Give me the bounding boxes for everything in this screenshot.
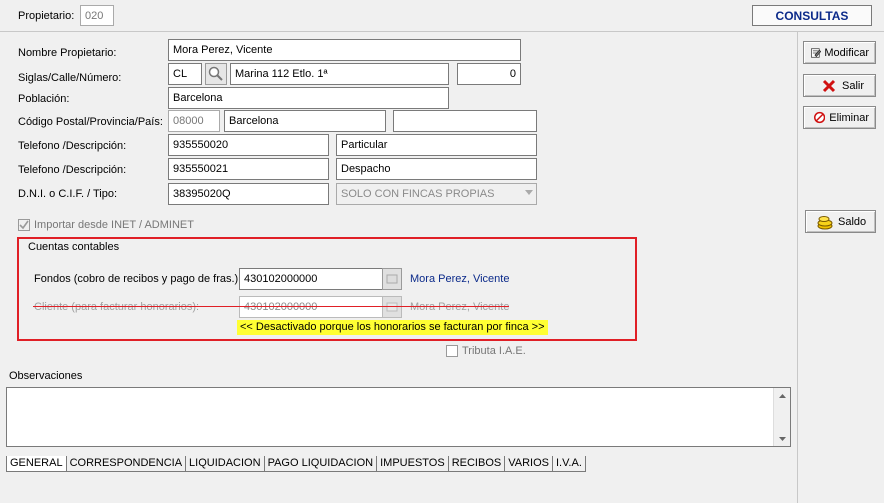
- fondos-name: Mora Perez, Vicente: [410, 273, 510, 285]
- telefono1-field[interactable]: 935550020: [168, 134, 329, 156]
- dni-field[interactable]: 38395020Q: [168, 183, 329, 205]
- fondos-label: Fondos (cobro de recibos y pago de fras.…: [34, 273, 242, 285]
- saldo-button[interactable]: Saldo: [805, 210, 876, 233]
- telefono1-desc-field[interactable]: Particular: [336, 134, 537, 156]
- observaciones-label: Observaciones: [9, 370, 83, 382]
- eliminar-label: Eliminar: [829, 111, 869, 124]
- salir-button[interactable]: Salir: [803, 74, 876, 97]
- saldo-label: Saldo: [838, 215, 867, 228]
- nombre-field[interactable]: Mora Perez, Vicente: [168, 39, 521, 61]
- modificar-button[interactable]: Modificar: [803, 41, 876, 64]
- telefono2-field[interactable]: 935550021: [168, 158, 329, 180]
- tab-general[interactable]: GENERAL: [6, 456, 67, 472]
- actions-panel: [797, 32, 884, 503]
- consultas-button[interactable]: CONSULTAS: [752, 5, 872, 26]
- importar-checkbox[interactable]: [18, 219, 30, 231]
- tab-bar: GENERAL CORRESPONDENCIA LIQUIDACION PAGO…: [6, 456, 586, 472]
- poblacion-label: Población:: [18, 93, 70, 105]
- salir-label: Salir: [842, 79, 865, 92]
- provincia-field[interactable]: Barcelona: [224, 110, 386, 132]
- fondos-lookup-button[interactable]: [382, 268, 402, 290]
- modificar-label: Modificar: [824, 46, 869, 59]
- tab-pago-liquidacion[interactable]: PAGO LIQUIDACION: [263, 456, 378, 472]
- observaciones-scrollbar[interactable]: [773, 388, 790, 446]
- strike-line: [33, 306, 509, 307]
- observaciones-textarea[interactable]: [6, 387, 791, 447]
- cliente-name: Mora Perez, Vicente: [410, 301, 510, 313]
- propietario-label: Propietario:: [18, 10, 75, 22]
- coins-icon: [817, 215, 833, 229]
- tab-correspondencia[interactable]: CORRESPONDENCIA: [65, 456, 187, 472]
- siglas-field[interactable]: CL: [168, 63, 202, 85]
- lookup-icon: [386, 274, 398, 284]
- cp-label: Código Postal/Provincia/País:: [18, 116, 163, 128]
- siglas-label: Siglas/Calle/Número:: [18, 72, 122, 84]
- importar-label: Importar desde INET / ADMINET: [34, 219, 194, 231]
- telefono2-desc-field[interactable]: Despacho: [336, 158, 537, 180]
- tributa-label: Tributa I.A.E.: [462, 345, 526, 357]
- tab-recibos[interactable]: RECIBOS: [447, 456, 506, 472]
- propietario-field[interactable]: 020: [80, 5, 114, 26]
- eliminar-button[interactable]: Eliminar: [803, 106, 876, 129]
- close-icon: [822, 79, 836, 92]
- cp-field[interactable]: 08000: [168, 110, 220, 132]
- numero-field[interactable]: 0: [457, 63, 521, 85]
- calle-field[interactable]: Marina 112 Etlo. 1ª: [230, 63, 449, 85]
- lookup-icon: [386, 302, 398, 312]
- pais-field[interactable]: [393, 110, 537, 132]
- scroll-arrows-icon: [779, 394, 786, 441]
- cliente-label: Cliente (para facturar honorarios):: [34, 301, 200, 313]
- cliente-lookup-button: [382, 296, 402, 318]
- nombre-label: Nombre Propietario:: [18, 47, 117, 59]
- tab-varios[interactable]: VARIOS: [504, 456, 553, 472]
- warning-banner: << Desactivado porque los honorarios se …: [237, 320, 548, 335]
- checkmark-icon: [19, 220, 29, 230]
- cliente-field: 430102000000: [239, 296, 402, 318]
- no-entry-icon: [814, 111, 826, 124]
- poblacion-field[interactable]: Barcelona: [168, 87, 449, 109]
- telefono1-label: Telefono /Descripción:: [18, 140, 127, 152]
- calle-lookup-button[interactable]: [205, 63, 227, 85]
- tipo-select-value: SOLO CON FINCAS PROPIAS: [341, 188, 495, 200]
- fondos-field[interactable]: 430102000000: [239, 268, 402, 290]
- edit-icon: [811, 47, 822, 58]
- tipo-select[interactable]: SOLO CON FINCAS PROPIAS: [336, 183, 537, 205]
- tab-impuestos[interactable]: IMPUESTOS: [376, 456, 449, 472]
- dni-label: D.N.I. o C.I.F. / Tipo:: [18, 188, 118, 200]
- search-icon: [208, 66, 223, 81]
- tab-liquidacion[interactable]: LIQUIDACION: [185, 456, 265, 472]
- tab-iva[interactable]: I.V.A.: [551, 456, 586, 472]
- telefono2-label: Telefono /Descripción:: [18, 164, 127, 176]
- chevron-down-icon: [525, 190, 533, 195]
- cuentas-title: Cuentas contables: [28, 241, 120, 253]
- tributa-checkbox[interactable]: [446, 345, 458, 357]
